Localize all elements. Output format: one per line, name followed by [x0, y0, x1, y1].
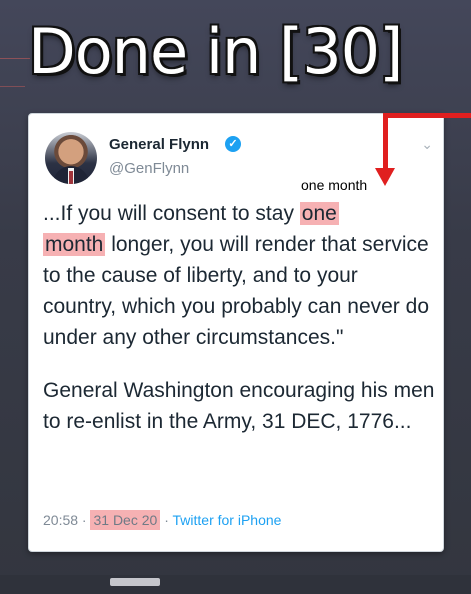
tweet-meta: 20:58 · 31 Dec 20 · Twitter for iPhone — [43, 510, 282, 530]
tweet-source-link[interactable]: Twitter for iPhone — [173, 512, 282, 528]
cropped-text-fragment — [110, 578, 160, 586]
annotation-arrow-vertical — [383, 113, 388, 175]
author-handle[interactable]: @GenFlynn — [109, 160, 189, 177]
avatar-tie — [69, 171, 73, 184]
tweet-time: 20:58 · — [43, 512, 91, 528]
bottom-strip — [0, 575, 471, 594]
annotation-arrow-head-icon — [375, 168, 395, 186]
highlight-month: month — [43, 233, 106, 256]
meta-separator: · — [160, 512, 173, 528]
avatar[interactable] — [45, 132, 97, 184]
headline: Done in [30] — [28, 15, 403, 88]
background-line — [0, 58, 30, 59]
tweet-date[interactable]: 31 Dec 20 — [90, 510, 161, 530]
annotation-arrow-horizontal — [383, 113, 471, 118]
highlight-one: one — [299, 202, 339, 225]
author-name[interactable]: General Flynn — [109, 136, 209, 153]
verified-icon: ✓ — [225, 136, 241, 152]
tweet-text-before: ...If you will consent to stay — [43, 202, 300, 225]
tweet-paragraph-1: ...If you will consent to stay one month … — [43, 198, 435, 353]
chevron-down-icon[interactable]: ⌄ — [421, 136, 433, 153]
annotation-label: one month — [301, 177, 368, 193]
tweet-paragraph-2: General Washington encouraging his men t… — [43, 379, 435, 433]
background-line — [0, 86, 25, 87]
tweet-text: ...If you will consent to stay one month … — [43, 198, 435, 437]
